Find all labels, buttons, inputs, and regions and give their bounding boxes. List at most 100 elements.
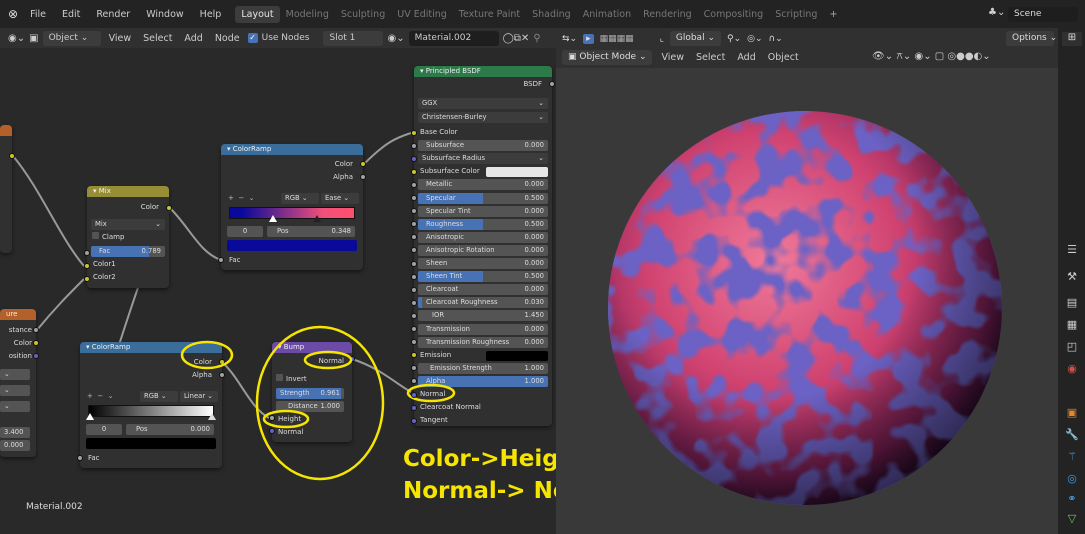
cr1-stop-marker-2[interactable] [313,215,321,222]
principled-emission-strength-slider[interactable]: Emission Strength 1.000 [418,362,548,374]
tex-value-2[interactable]: 0.000 [0,440,30,451]
use-nodes-checkbox[interactable]: ✓ [247,33,258,43]
tab-sculpting[interactable]: Sculpting [335,6,391,23]
tab-shading[interactable]: Shading [526,6,577,23]
tex-dropdown-3[interactable]: ⌄ [0,401,30,412]
cr1-stop-color[interactable] [227,240,357,251]
menu-add[interactable]: Add [180,33,206,44]
socket-tex-top[interactable] [9,153,15,159]
vp-menu-add[interactable]: Add [734,52,758,63]
menu-view[interactable]: View [105,33,136,44]
cr2-pos-field[interactable]: Pos 0.000 [126,424,214,435]
principled-metallic-slider[interactable]: Metallic 0.000 [418,179,548,191]
tex-value-1[interactable]: 3.400 [0,427,30,438]
principled-sheen-slider[interactable]: Sheen 0.000 [418,258,548,269]
cr1-mode-dropdown[interactable]: RGB ⌄ [281,193,319,204]
socket-principled-tangent[interactable] [411,417,417,424]
outliner-toggle[interactable]: ⊞ [1062,32,1082,46]
tab-layout[interactable]: Layout [235,5,280,23]
principled-specular-slider[interactable]: Specular 0.500 [418,192,548,204]
principled-transmission-slider[interactable]: Transmission 0.000 [418,323,548,335]
principled-subsurface-color-swatch[interactable] [486,167,548,178]
principled-transmission-roughness-slider[interactable]: Transmission Roughness 0.000 [418,336,548,348]
fake-user-icon[interactable]: ◯⧉✕ [503,33,530,44]
object-dropdown[interactable]: Object ⌄ [42,30,101,46]
colorramp-node-top[interactable]: ▾ ColorRamp Color Alpha + − ⌄ RGB ⌄ Ease… [221,144,363,270]
menu-edit[interactable]: Edit [54,9,88,20]
cr1-interp-dropdown[interactable]: Ease ⌄ [321,193,359,204]
tex-dropdown-1[interactable]: ⌄ [0,369,30,380]
cr2-stop-color[interactable] [86,438,216,449]
principled-clearcoat-slider[interactable]: Clearcoat 0.000 [418,284,548,296]
socket-bump-height[interactable] [269,415,275,421]
3d-viewport[interactable] [556,68,1058,534]
material-name-field[interactable]: Material.002 [408,30,499,46]
output-tab-icon[interactable]: ▤ [1064,296,1080,310]
principled-clearcoat-roughness-slider[interactable]: Clearcoat Roughness 0.030 [418,297,548,309]
object-mode-dropdown[interactable]: ▣ Object Mode ⌄ [562,50,653,65]
bump-distance-field[interactable]: Distance 1.000 [276,401,344,412]
principled-specular-tint-slider[interactable]: Specular Tint 0.000 [418,205,548,217]
tab-texture-paint[interactable]: Texture Paint [453,6,526,23]
slot-dropdown[interactable]: Slot 1 [323,30,384,46]
socket-cr1-alpha[interactable] [360,174,366,180]
socket-principled-specular[interactable] [411,195,417,201]
menu-help[interactable]: Help [192,9,230,20]
tab-uv-editing[interactable]: UV Editing [391,6,453,23]
colorramp-node-bottom[interactable]: ▾ ColorRamp Color Alpha + − ⌄ RGB ⌄ Line… [80,342,222,468]
viewport-shading-icons[interactable]: 👁⌄ ⚻⌄ ◉⌄ ▢ ◎●●◐⌄ [872,51,991,62]
distribution-dropdown[interactable]: GGX ⌄ [418,98,548,109]
socket-principled-ior[interactable] [411,312,417,319]
socket-principled-subsurface[interactable] [411,142,417,149]
cr2-index-field[interactable]: 0 [86,424,122,435]
socket-principled-normal[interactable] [411,391,417,398]
principled-sheen-tint-slider[interactable]: Sheen Tint 0.500 [418,271,548,283]
add-workspace-button[interactable]: + [823,6,843,23]
vp-menu-object[interactable]: Object [765,52,802,63]
socket-tex-color[interactable] [33,340,39,346]
cr1-stop-marker-1[interactable] [269,215,277,222]
modifier-tab-icon[interactable]: 🔧 [1064,428,1080,442]
tool-tab-icon[interactable]: ☰ [1064,243,1080,257]
socket-principled-clearcoat-normal[interactable] [411,404,417,411]
socket-bump-output[interactable] [349,356,355,362]
transform-orientation-dropdown[interactable]: Global ⌄ [669,31,721,46]
mix-fac-slider[interactable]: Fac 0.789 [91,246,165,257]
socket-principled-subsurface-color[interactable] [411,168,417,175]
socket-cr1-fac[interactable] [218,257,224,263]
mix-clamp-row[interactable]: Clamp [87,232,169,243]
scene-field[interactable]: Scene [1008,7,1078,22]
socket-principled-clearcoat-roughness[interactable] [411,299,417,306]
tab-animation[interactable]: Animation [577,6,637,23]
data-tab-icon[interactable]: ▽ [1064,512,1080,526]
tab-modeling[interactable]: Modeling [280,6,335,23]
socket-principled-base-color[interactable] [411,129,417,136]
cr2-stop-marker-1[interactable] [86,413,94,420]
cr2-stop-marker-2[interactable] [208,413,216,420]
principled-emission-swatch[interactable] [486,350,548,361]
cr2-interp-dropdown[interactable]: Linear ⌄ [180,391,218,402]
socket-tex-position[interactable] [33,353,39,359]
cr1-index-field[interactable]: 0 [227,226,263,237]
menu-window[interactable]: Window [138,9,191,20]
principled-alpha-slider[interactable]: Alpha 1.000 [418,375,548,387]
transform-pivot-icon[interactable]: ⇆⌄ [562,34,577,44]
principled-anisotropic-rotation-slider[interactable]: Anisotropic Rotation 0.000 [418,244,548,256]
cr2-mode-dropdown[interactable]: RGB ⌄ [140,391,178,402]
menu-render[interactable]: Render [88,9,138,20]
pin-icon[interactable]: ⚲ [533,33,540,44]
socket-cr2-color[interactable] [219,359,225,365]
tab-compositing[interactable]: Compositing [698,6,770,23]
world-tab-icon[interactable]: ◉ [1064,362,1080,376]
render-tab-icon[interactable]: ⚒ [1064,270,1080,284]
orientation-icon[interactable]: ⌞ [660,34,664,44]
socket-cr2-fac[interactable] [77,455,83,461]
principled-ior-slider[interactable]: IOR 1.450 [418,310,548,322]
principled-subsurface-slider[interactable]: Subsurface 0.000 [418,140,548,152]
tex-dropdown-2[interactable]: ⌄ [0,385,30,396]
principled-anisotropic-slider[interactable]: Anisotropic 0.000 [418,231,548,243]
material-browse-icon[interactable]: ◉⌄ [387,33,404,44]
principled-bsdf-node[interactable]: ▾ Principled BSDF BSDF GGX ⌄ Christensen-… [414,66,552,426]
socket-cr2-alpha[interactable] [219,372,225,378]
falloff-icon[interactable]: ∩⌄ [769,34,783,44]
